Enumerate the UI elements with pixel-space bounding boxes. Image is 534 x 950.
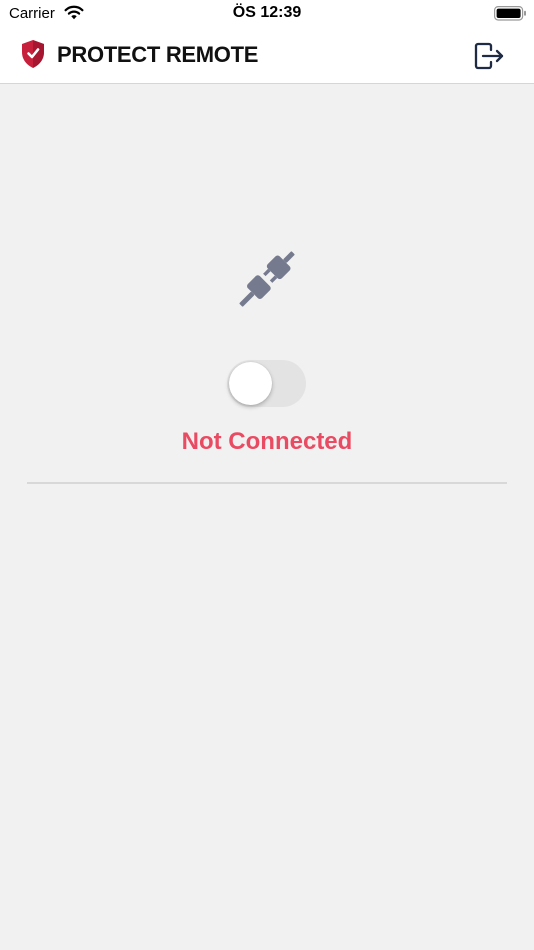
- divider: [27, 482, 507, 484]
- connection-status: Not Connected: [181, 428, 353, 455]
- shield-check-icon: [20, 39, 46, 69]
- battery-icon: [494, 6, 527, 21]
- toggle-knob[interactable]: [229, 362, 272, 405]
- status-time: ÖS 12:39: [232, 4, 302, 21]
- logout-icon: [474, 42, 504, 70]
- app-header: PROTECT REMOTE: [0, 30, 534, 84]
- app-title: PROTECT REMOTE: [57, 42, 259, 67]
- vpn-toggle[interactable]: [227, 360, 306, 407]
- status-bar: Carrier ÖS 12:39: [0, 0, 534, 30]
- unplugged-icon: [232, 246, 302, 312]
- logout-button[interactable]: [470, 38, 508, 74]
